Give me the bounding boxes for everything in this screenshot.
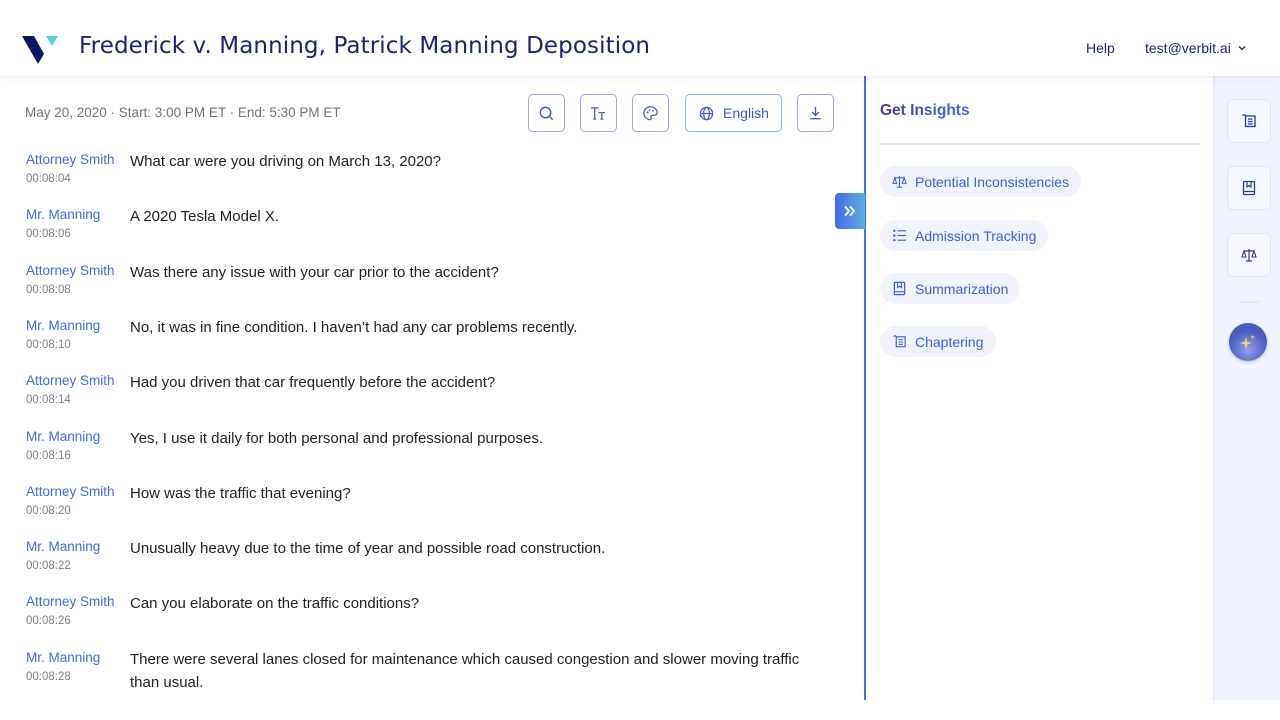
timestamp[interactable]: 00:08:08 (26, 284, 71, 296)
collapse-panel-button[interactable] (835, 193, 865, 229)
globe-icon (699, 106, 714, 120)
search-icon (539, 106, 554, 120)
timestamp[interactable]: 00:08:14 (26, 394, 71, 406)
utterance-text: What car were you driving on March 13, 2… (130, 153, 441, 170)
utterance-text: Had you driven that car frequently befor… (130, 374, 496, 391)
rail-inconsistencies-button[interactable] (1227, 233, 1271, 277)
user-email: test@verbit.ai (1145, 40, 1231, 56)
language-select[interactable]: English (685, 94, 782, 132)
chevron-down-icon (1238, 46, 1246, 51)
scales-icon (892, 175, 907, 188)
scales-icon (1241, 249, 1257, 262)
rail-chaptering-button[interactable] (1227, 99, 1271, 143)
speaker-name[interactable]: Attorney Smith (26, 152, 115, 167)
download-button[interactable] (797, 94, 834, 132)
rail-separator (1239, 301, 1259, 303)
language-label: English (723, 105, 769, 121)
speaker-name[interactable]: Mr. Manning (26, 539, 100, 554)
speaker-name[interactable]: Mr. Manning (26, 318, 100, 333)
speaker-name[interactable]: Attorney Smith (26, 263, 115, 278)
timestamp[interactable]: 00:08:10 (26, 339, 71, 351)
timestamp[interactable]: 00:08:20 (26, 505, 71, 517)
scroll-icon (1242, 114, 1256, 128)
search-button[interactable] (528, 94, 565, 132)
scroll-icon (893, 335, 906, 348)
checklist-icon (893, 229, 907, 242)
utterance-text: No, it was in fine condition. I haven’t … (130, 319, 578, 336)
tools-rail (1213, 76, 1280, 700)
utterance-text: A 2020 Tesla Model X. (130, 208, 279, 225)
speaker-name[interactable]: Mr. Manning (26, 207, 100, 222)
insight-potential-inconsistencies[interactable]: Potential Inconsistencies (880, 166, 1082, 197)
timestamp[interactable]: 00:08:22 (26, 560, 71, 572)
speaker-name[interactable]: Attorney Smith (26, 594, 115, 609)
utterance-text: Unusually heavy due to the time of year … (130, 540, 606, 557)
timestamp[interactable]: 00:08:28 (26, 671, 71, 683)
app-header: Frederick v. Manning, Patrick Manning De… (0, 0, 1280, 76)
utterance-text: Can you elaborate on the traffic conditi… (130, 595, 420, 612)
insights-title: Get Insights (880, 102, 970, 119)
rail-summarization-button[interactable] (1227, 166, 1271, 210)
text-size-icon (590, 106, 606, 120)
timestamp[interactable]: 00:08:16 (26, 450, 71, 462)
verbit-logo-icon[interactable] (22, 34, 58, 64)
insight-label: Summarization (915, 280, 1009, 297)
transcript-area: May 20, 2020 · Start: 3:00 PM ET · End: … (0, 76, 865, 700)
double-chevron-right-icon (844, 206, 855, 216)
speaker-name[interactable]: Attorney Smith (26, 484, 115, 499)
user-menu[interactable]: test@verbit.ai (1145, 40, 1247, 56)
insight-admission-tracking[interactable]: Admission Tracking (880, 220, 1049, 251)
insights-separator (880, 143, 1199, 145)
insight-label: Potential Inconsistencies (915, 173, 1070, 190)
insight-label: Admission Tracking (915, 227, 1037, 244)
ai-assistant-button[interactable] (1229, 323, 1267, 361)
timestamp[interactable]: 00:08:26 (26, 615, 71, 627)
sparkle-icon (1240, 334, 1255, 349)
page-title: Frederick v. Manning, Patrick Manning De… (79, 33, 651, 59)
utterance-text: There were several lanes closed for main… (130, 651, 800, 691)
download-icon (810, 106, 821, 119)
font-size-button[interactable] (580, 94, 617, 132)
session-meta: May 20, 2020 · Start: 3:00 PM ET · End: … (25, 105, 341, 120)
utterance-text: Was there any issue with your car prior … (130, 264, 499, 281)
insights-panel: Get Insights Potential Inconsistencies A… (866, 76, 1213, 700)
book-icon (1242, 180, 1256, 196)
utterance-text: Yes, I use it daily for both personal an… (130, 430, 544, 447)
timestamp[interactable]: 00:08:06 (26, 228, 71, 240)
palette-icon (643, 105, 658, 120)
help-link[interactable]: Help (1086, 40, 1115, 56)
theme-button[interactable] (632, 94, 669, 132)
insight-chaptering[interactable]: Chaptering (880, 326, 996, 357)
timestamp[interactable]: 00:08:04 (26, 173, 71, 185)
utterance-text: How was the traffic that evening? (130, 485, 351, 502)
insight-summarization[interactable]: Summarization (880, 273, 1021, 304)
book-icon (893, 281, 906, 296)
speaker-name[interactable]: Attorney Smith (26, 373, 115, 388)
speaker-name[interactable]: Mr. Manning (26, 650, 100, 665)
insight-label: Chaptering (915, 333, 984, 350)
speaker-name[interactable]: Mr. Manning (26, 429, 100, 444)
